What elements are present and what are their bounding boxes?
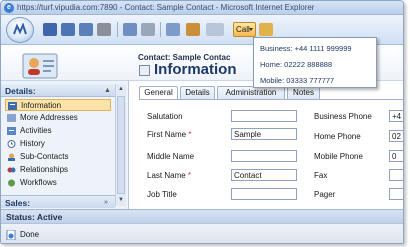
sidebar-item-label: More Addresses: [20, 113, 78, 122]
more-actions-icon[interactable]: [206, 23, 224, 36]
details-section-header[interactable]: Details: ▲: [1, 84, 115, 97]
call-button-label: Call: [236, 25, 250, 34]
business-phone-field[interactable]: [389, 110, 403, 122]
tab-label: Administration: [225, 88, 277, 97]
save-icon[interactable]: [43, 23, 57, 36]
sidebar-item-label: Relationships: [20, 165, 69, 174]
window-title: https://turf.vipudia.com:7890 - Contact:…: [17, 3, 315, 12]
job-title-label: Job Title: [147, 190, 177, 199]
mobile-phone-label: Mobile Phone: [314, 152, 363, 161]
tab-label: Notes: [293, 88, 314, 97]
last-name-field[interactable]: [231, 169, 297, 181]
sidebar-item-label: Sub-Contacts: [20, 152, 69, 161]
sidebar-item-relationships[interactable]: Relationships: [5, 164, 111, 176]
sidebar-item-history[interactable]: History: [5, 138, 111, 150]
scroll-down-icon[interactable]: ▼: [117, 195, 125, 205]
chevron-down-icon: [249, 28, 253, 31]
toolbar-separator: [117, 22, 118, 37]
sidebar-item-label: History: [20, 139, 45, 148]
call-button[interactable]: Call: [233, 22, 256, 37]
pager-label: Pager: [314, 190, 336, 199]
fax-field[interactable]: [389, 169, 403, 181]
general-form: Salutation First Name * Middle Name Last…: [139, 99, 403, 209]
tab-label: General: [144, 88, 173, 97]
mobile-phone-field[interactable]: [389, 150, 403, 162]
call-business-item[interactable]: Business: +44 1111 999999: [260, 44, 352, 53]
home-phone-field[interactable]: [389, 130, 403, 142]
edit-icon[interactable]: [186, 23, 200, 36]
phone-icon[interactable]: [259, 23, 273, 36]
application-menu-button[interactable]: [6, 17, 34, 43]
page-title: Information: [154, 61, 237, 78]
browser-status-text: Done: [20, 230, 40, 239]
call-mobile-item[interactable]: Mobile: 03333 777777: [260, 76, 334, 85]
middle-name-field[interactable]: [231, 150, 297, 162]
fax-label: Fax: [314, 171, 328, 180]
sidebar-item-sub-contacts[interactable]: Sub-Contacts: [5, 151, 111, 163]
copy-icon[interactable]: [123, 23, 137, 36]
sidebar-item-workflows[interactable]: Workflows: [5, 177, 111, 189]
first-name-label: First Name *: [147, 130, 192, 139]
tab-label: Details: [185, 88, 210, 97]
document-icon[interactable]: [166, 23, 180, 36]
form-icon: [139, 65, 150, 76]
title-bar: e https://turf.vipudia.com:7890 - Contac…: [1, 1, 403, 15]
details-section-label: Details:: [5, 86, 36, 96]
first-name-field[interactable]: [231, 128, 297, 140]
save-and-close-icon[interactable]: [79, 23, 93, 36]
call-menu: Business: +44 1111 999999 Home: 02222 88…: [253, 37, 377, 88]
workflows-icon: [8, 179, 15, 187]
salutation-field[interactable]: [231, 110, 297, 122]
sidebar-scrollbar[interactable]: ▲ ▼: [115, 84, 126, 206]
sales-section-header[interactable]: Sales: »: [1, 195, 115, 208]
crm-logo-icon: [13, 23, 27, 35]
last-name-label: Last Name *: [147, 171, 192, 180]
home-phone-label: Home Phone: [314, 132, 361, 141]
middle-name-label: Middle Name: [147, 152, 195, 161]
collapse-icon[interactable]: ▲: [104, 87, 112, 94]
scroll-up-icon[interactable]: ▲: [117, 84, 125, 94]
business-phone-label: Business Phone: [314, 112, 372, 121]
tab-details[interactable]: Details: [180, 86, 215, 99]
addresses-icon: [7, 114, 16, 122]
sub-contacts-icon: [8, 153, 15, 161]
history-icon: [7, 140, 16, 148]
page-done-icon: [6, 230, 16, 240]
sidebar-item-information[interactable]: Information: [5, 99, 111, 111]
sidebar: Details: ▲ Information More Addresses Ac…: [1, 81, 129, 209]
salutation-label: Salutation: [147, 112, 183, 121]
pager-field[interactable]: [389, 188, 403, 200]
job-title-field[interactable]: [231, 188, 297, 200]
sidebar-item-activities[interactable]: Activities: [5, 125, 111, 137]
scrollbar-thumb[interactable]: [117, 96, 125, 194]
record-status: Status: Active: [6, 212, 63, 222]
attach-icon[interactable]: [141, 23, 155, 36]
sidebar-item-more-addresses[interactable]: More Addresses: [5, 112, 111, 124]
internet-explorer-icon: e: [4, 3, 14, 13]
sidebar-item-label: Information: [21, 101, 62, 110]
browser-status-bar: Done: [1, 223, 403, 243]
required-marker: *: [187, 171, 192, 180]
contact-card-icon: [22, 53, 58, 79]
information-icon: [8, 102, 17, 110]
call-home-item[interactable]: Home: 02222 888888: [260, 60, 332, 69]
sales-section-label: Sales:: [5, 198, 31, 208]
toolbar-separator: [160, 22, 161, 37]
browser-window: e https://turf.vipudia.com:7890 - Contac…: [0, 0, 404, 244]
sidebar-item-label: Activities: [20, 126, 52, 135]
save-and-new-icon[interactable]: [61, 23, 75, 36]
relationships-icon: [7, 167, 16, 173]
sidebar-item-label: Workflows: [20, 178, 57, 187]
tab-general[interactable]: General: [139, 86, 178, 100]
expand-icon[interactable]: »: [104, 199, 112, 206]
print-icon[interactable]: [97, 23, 111, 36]
activities-icon: [7, 127, 16, 135]
required-marker: *: [188, 130, 192, 139]
record-status-bar: Status: Active: [1, 209, 403, 223]
